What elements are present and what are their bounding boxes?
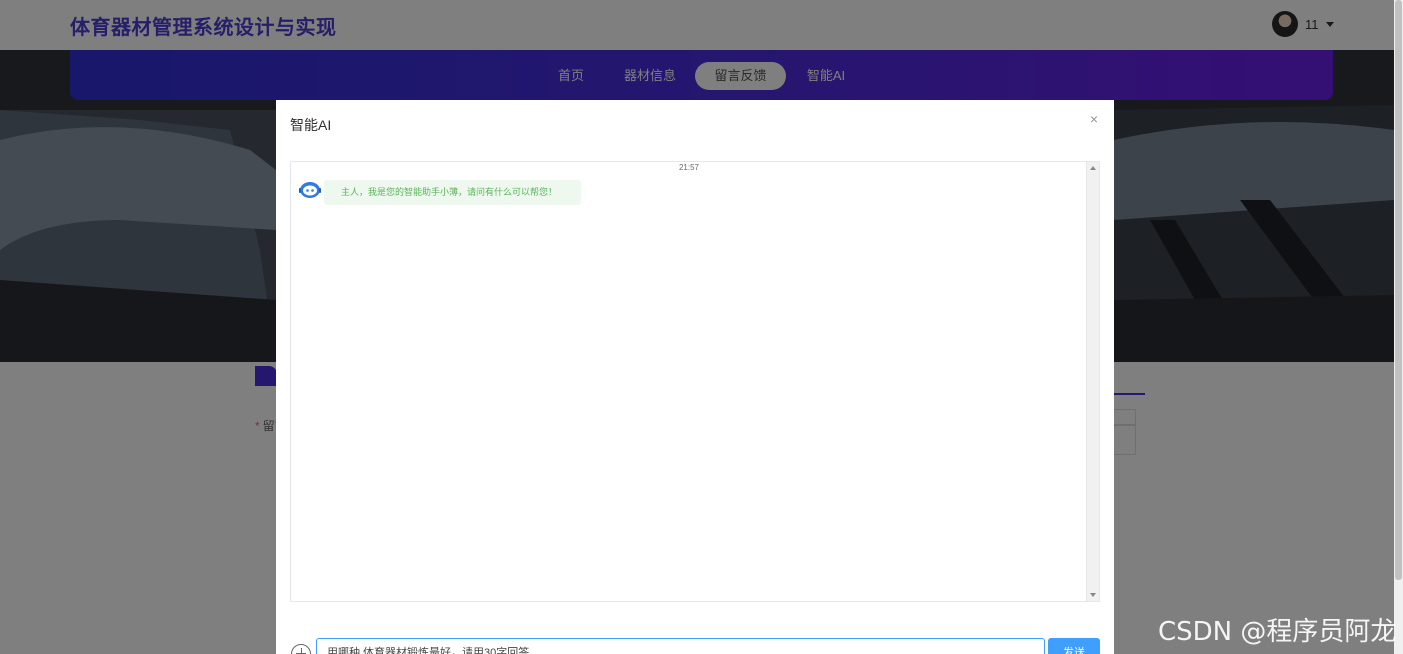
close-icon[interactable]: × <box>1086 111 1102 127</box>
ai-chat-dialog: 智能AI × 21:57 主人，我是您的智能助手小薄，请问有什么可以帮您！ 发送 <box>276 100 1114 654</box>
bot-message-bubble: 主人，我是您的智能助手小薄，请问有什么可以帮您！ <box>324 180 582 205</box>
chat-input[interactable] <box>316 638 1045 654</box>
csdn-watermark: CSDN @程序员阿龙 <box>1158 617 1397 647</box>
send-button[interactable]: 发送 <box>1048 638 1100 654</box>
scroll-down-arrow-icon[interactable] <box>1090 593 1096 597</box>
chat-scrollbar[interactable] <box>1086 162 1099 601</box>
chat-message-area[interactable]: 21:57 主人，我是您的智能助手小薄，请问有什么可以帮您！ <box>290 161 1100 602</box>
page-scrollbar-thumb[interactable] <box>1395 0 1402 580</box>
scroll-up-arrow-icon[interactable] <box>1090 166 1096 170</box>
add-circle-icon[interactable] <box>291 644 311 654</box>
page-scrollbar[interactable] <box>1394 0 1403 654</box>
dialog-title: 智能AI <box>290 117 332 133</box>
message-timestamp: 21:57 <box>678 163 700 172</box>
robot-avatar-icon <box>299 182 321 198</box>
